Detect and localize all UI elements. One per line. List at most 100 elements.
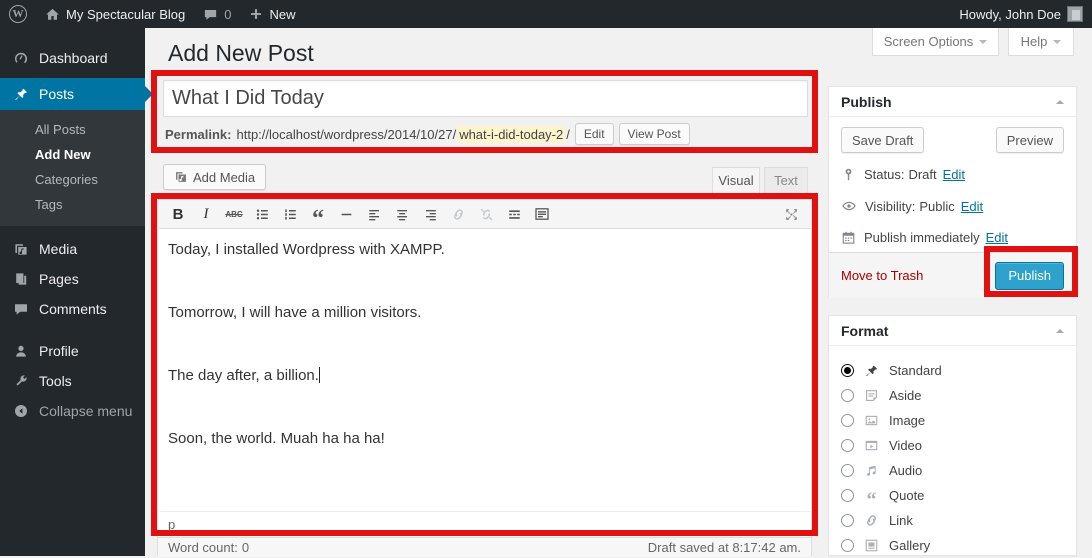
move-to-trash-link[interactable]: Move to Trash (841, 268, 923, 283)
read-more-button[interactable] (502, 202, 526, 226)
view-post-button[interactable]: View Post (619, 123, 690, 145)
word-count-label: Word count: (168, 540, 238, 555)
post-title-input[interactable] (163, 80, 808, 117)
format-video-icon (864, 438, 879, 453)
editor-content[interactable]: Today, I installed Wordpress with XAMPP.… (158, 229, 811, 511)
sidebar-item-posts[interactable]: Posts (0, 78, 145, 110)
format-panel-header[interactable]: Format (829, 316, 1076, 346)
link-icon (451, 207, 466, 222)
numbered-list-button[interactable] (278, 202, 302, 226)
add-media-label: Add Media (193, 170, 255, 185)
radio-link[interactable] (841, 514, 854, 527)
help-tab[interactable]: Help (1008, 28, 1074, 56)
format-option-quote: “ Quote (841, 483, 1064, 508)
visibility-row: Visibility: Public Edit (841, 198, 1064, 214)
strikethrough-button[interactable]: ABC (222, 202, 246, 226)
sidebar-label-pages: Pages (39, 271, 79, 287)
wp-logo-menu[interactable]: W (0, 0, 36, 28)
sidebar-label-posts: Posts (39, 86, 74, 102)
format-option-video: Video (841, 433, 1064, 458)
format-link-icon (864, 513, 879, 528)
new-content-menu[interactable]: New (240, 0, 304, 28)
horizontal-rule-button[interactable] (334, 202, 358, 226)
visibility-eye-icon (841, 198, 857, 214)
fullscreen-button[interactable] (779, 202, 803, 226)
radio-standard[interactable] (841, 364, 854, 377)
publish-panel-body: Save Draft Preview Status: Draft Edit Vi… (829, 117, 1076, 298)
align-center-icon (395, 207, 410, 222)
format-options-list: Standard Aside Image Video Audio “ Quote (829, 346, 1076, 558)
collapse-menu-button[interactable]: Collapse menu (0, 396, 145, 426)
sidebar-item-dashboard[interactable]: Dashboard (0, 42, 145, 74)
format-aside-icon (864, 388, 879, 403)
bold-button[interactable]: B (166, 202, 190, 226)
post-editor: B I ABC “ (157, 199, 812, 556)
howdy-text: Howdy, John Doe (959, 7, 1061, 22)
sidebar-item-media[interactable]: Media (0, 234, 145, 264)
unlink-icon (479, 207, 494, 222)
sidebar-item-tools[interactable]: Tools (0, 366, 145, 396)
horizontal-rule-icon (339, 207, 354, 222)
preview-button[interactable]: Preview (996, 127, 1064, 153)
visual-tab-label: Visual (718, 173, 753, 188)
publish-button[interactable]: Publish (995, 262, 1064, 290)
sidebar-label-collapse: Collapse menu (39, 403, 132, 419)
visual-tab[interactable]: Visual (712, 167, 760, 194)
status-pin-icon (841, 167, 856, 182)
submenu-all-posts[interactable]: All Posts (0, 117, 145, 142)
add-media-button[interactable]: Add Media (163, 164, 266, 190)
bullet-list-button[interactable] (250, 202, 274, 226)
text-cursor (319, 367, 320, 383)
align-right-icon (423, 207, 438, 222)
permalink-slug[interactable]: what-i-did-today-2 (457, 126, 565, 143)
format-label-link: Link (889, 513, 913, 528)
site-name-link[interactable]: My Spectacular Blog (36, 0, 194, 28)
insert-link-button[interactable] (446, 202, 470, 226)
add-media-icon (174, 170, 188, 184)
radio-aside[interactable] (841, 389, 854, 402)
remove-link-button[interactable] (474, 202, 498, 226)
permalink-trailing-slash: / (566, 127, 570, 142)
toolbar-toggle-button[interactable] (530, 202, 554, 226)
edit-schedule-link[interactable]: Edit (986, 230, 1008, 245)
blockquote-button[interactable]: “ (306, 202, 330, 226)
admin-menu: Dashboard Posts All Posts Add New Catego… (0, 28, 145, 556)
sidebar-label-dashboard: Dashboard (39, 50, 108, 66)
bullet-list-icon (255, 207, 270, 222)
radio-image[interactable] (841, 414, 854, 427)
format-label-standard: Standard (889, 363, 942, 378)
menu-separator (0, 324, 145, 336)
edit-status-link[interactable]: Edit (943, 167, 965, 182)
my-account-menu[interactable]: Howdy, John Doe (950, 0, 1092, 28)
edit-permalink-button[interactable]: Edit (575, 123, 614, 145)
site-name: My Spectacular Blog (66, 7, 185, 22)
italic-button[interactable]: I (194, 202, 218, 226)
submenu-tags[interactable]: Tags (0, 192, 145, 217)
text-tab[interactable]: Text (764, 167, 808, 194)
chevron-down-icon (1053, 40, 1061, 48)
radio-audio[interactable] (841, 464, 854, 477)
sidebar-item-pages[interactable]: Pages (0, 264, 145, 294)
submenu-categories[interactable]: Categories (0, 167, 145, 192)
save-draft-button[interactable]: Save Draft (841, 127, 924, 153)
sidebar-item-profile[interactable]: Profile (0, 336, 145, 366)
align-left-button[interactable] (362, 202, 386, 226)
format-panel-title: Format (841, 323, 888, 339)
format-quote-icon: “ (863, 488, 880, 504)
element-path-tag[interactable]: p (168, 517, 175, 532)
edit-visibility-link[interactable]: Edit (961, 199, 983, 214)
publish-panel-header[interactable]: Publish (829, 87, 1076, 117)
sidebar-item-comments[interactable]: Comments (0, 294, 145, 324)
editor-element-path: p (158, 511, 811, 537)
radio-gallery[interactable] (841, 539, 854, 552)
submenu-add-new[interactable]: Add New (0, 142, 145, 167)
radio-video[interactable] (841, 439, 854, 452)
screen-options-tab[interactable]: Screen Options (872, 28, 999, 56)
comments-bubble[interactable]: 0 (194, 0, 240, 28)
radio-quote[interactable] (841, 489, 854, 502)
home-icon (45, 7, 60, 22)
posts-submenu: All Posts Add New Categories Tags (0, 110, 145, 226)
status-value: Draft (908, 167, 936, 182)
align-center-button[interactable] (390, 202, 414, 226)
align-right-button[interactable] (418, 202, 442, 226)
